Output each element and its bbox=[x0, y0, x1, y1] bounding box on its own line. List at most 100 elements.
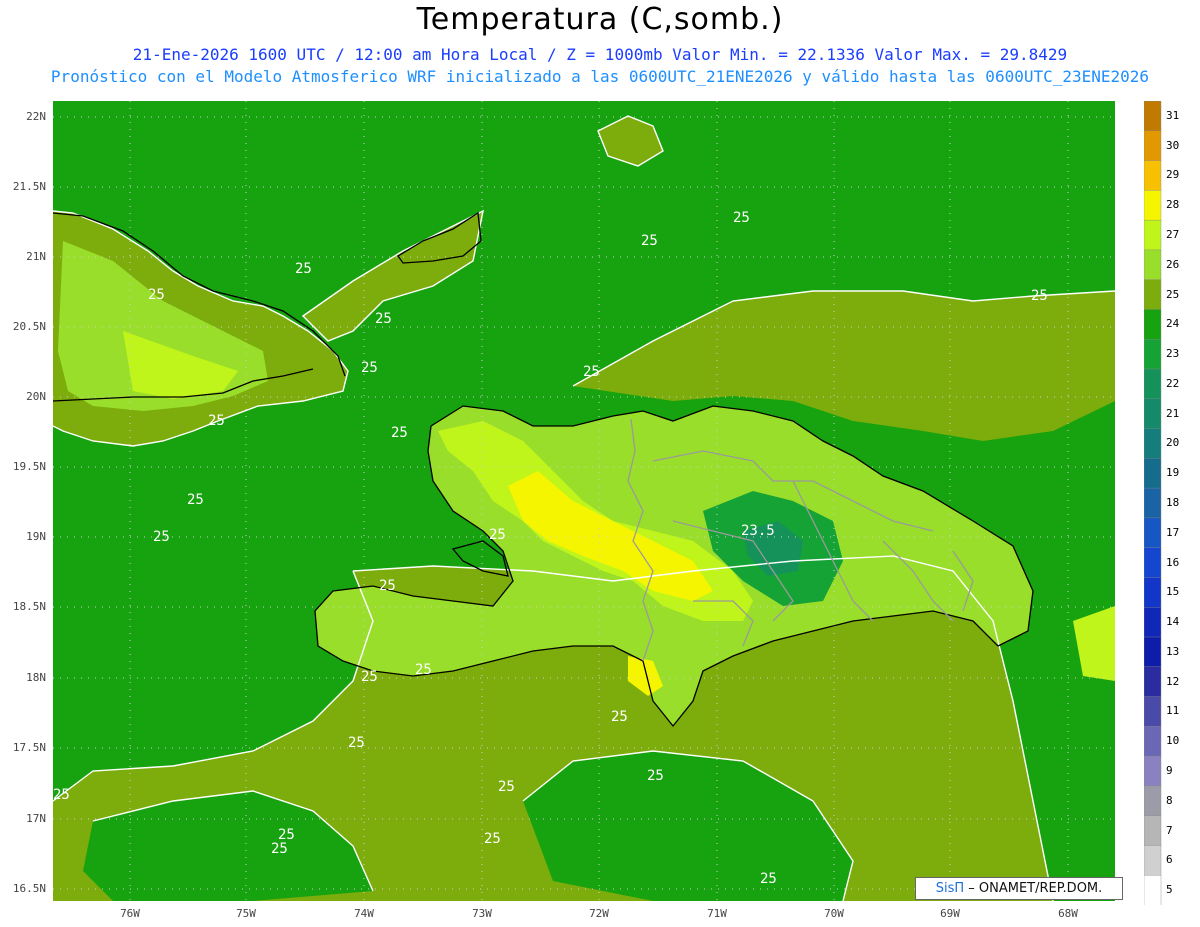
contour-label: 25 bbox=[208, 413, 225, 429]
legend-label: 15 bbox=[1166, 585, 1180, 599]
legend-swatch bbox=[1144, 845, 1162, 876]
legend-swatch bbox=[1144, 190, 1162, 221]
contour-label: 25 bbox=[611, 709, 628, 725]
legend-label: 22 bbox=[1166, 376, 1180, 390]
legend-swatch bbox=[1144, 755, 1162, 787]
legend-swatch bbox=[1144, 249, 1162, 281]
legend-label: 17 bbox=[1166, 525, 1180, 539]
contour-label: 25 bbox=[647, 768, 664, 784]
lat-tick: 21N bbox=[26, 250, 46, 263]
contour-label: 25 bbox=[489, 527, 506, 543]
lon-tick: 75W bbox=[236, 907, 256, 920]
legend-label: 27 bbox=[1166, 228, 1180, 241]
contour-label: 25 bbox=[379, 578, 396, 594]
legend-swatch bbox=[1144, 219, 1162, 251]
legend-swatch bbox=[1144, 636, 1162, 668]
legend-label: 30 bbox=[1166, 138, 1180, 152]
contour-label: 25 bbox=[760, 871, 777, 887]
lat-tick: 21.5N bbox=[12, 180, 46, 193]
lat-tick: 20N bbox=[26, 390, 46, 403]
legend-label: 31 bbox=[1166, 108, 1180, 122]
legend-swatch bbox=[1144, 487, 1162, 519]
legend-swatch bbox=[1144, 398, 1162, 430]
contour-label: 25 bbox=[415, 662, 432, 678]
legend-swatch bbox=[1144, 101, 1162, 132]
legend-label: 25 bbox=[1166, 287, 1180, 301]
legend-label: 24 bbox=[1166, 317, 1180, 331]
contour-label: 25 bbox=[484, 831, 501, 847]
lat-tick: 17N bbox=[26, 812, 46, 825]
lat-tick: 18N bbox=[26, 671, 46, 684]
legend-swatch bbox=[1144, 517, 1162, 549]
legend-label: 5 bbox=[1166, 883, 1173, 897]
legend-swatch bbox=[1144, 875, 1162, 905]
legend-swatch bbox=[1144, 428, 1162, 460]
map-title: Temperatura (C,somb.) bbox=[416, 2, 784, 37]
contour-label: 25 bbox=[271, 841, 288, 857]
legend-label: 7 bbox=[1166, 823, 1173, 837]
lon-tick: 72W bbox=[589, 907, 609, 920]
contour-label: 25 bbox=[361, 360, 378, 376]
lon-tick: 70W bbox=[824, 907, 844, 920]
legend-label: 19 bbox=[1166, 466, 1180, 480]
legend-label: 29 bbox=[1166, 168, 1180, 182]
legend-swatch bbox=[1144, 666, 1162, 698]
legend-swatch bbox=[1144, 815, 1162, 847]
lat-tick: 19N bbox=[26, 530, 46, 543]
contour-label: 25 bbox=[641, 233, 658, 249]
lon-tick: 76W bbox=[120, 907, 140, 920]
legend-swatch bbox=[1144, 696, 1162, 728]
lon-tick: 73W bbox=[472, 907, 492, 920]
lon-tick: 71W bbox=[707, 907, 727, 920]
legend-label: 12 bbox=[1166, 674, 1180, 688]
legend-swatch bbox=[1144, 130, 1162, 162]
legend-swatch bbox=[1144, 368, 1162, 400]
legend-label: 13 bbox=[1166, 644, 1180, 658]
contour-label: 25 bbox=[295, 261, 312, 277]
legend-label: 20 bbox=[1166, 436, 1180, 450]
legend-label: 9 bbox=[1166, 764, 1173, 777]
legend-label: 26 bbox=[1166, 257, 1180, 271]
lat-tick: 22N bbox=[26, 110, 46, 123]
lat-tick: 20.5N bbox=[12, 320, 46, 333]
legend-swatch bbox=[1144, 160, 1162, 192]
legend-swatch bbox=[1144, 607, 1162, 638]
legend-swatch bbox=[1144, 547, 1162, 579]
contour-label: 25 bbox=[733, 210, 750, 226]
lon-tick: 74W bbox=[354, 907, 374, 920]
map-subtitle-time: 21-Ene-2026 1600 UTC / 12:00 am Hora Loc… bbox=[132, 45, 1068, 64]
lat-tick: 18.5N bbox=[12, 600, 46, 613]
legend-label: 21 bbox=[1166, 406, 1180, 420]
legend-label: 10 bbox=[1166, 734, 1180, 748]
legend-label: 6 bbox=[1166, 853, 1173, 867]
legend-label: 14 bbox=[1166, 615, 1180, 629]
contour-label: 25 bbox=[148, 287, 165, 303]
legend-label: 23 bbox=[1166, 347, 1180, 361]
legend-label: 18 bbox=[1166, 496, 1180, 509]
contour-label: 25 bbox=[375, 311, 392, 327]
legend-swatch bbox=[1144, 279, 1162, 311]
legend-label: 8 bbox=[1166, 793, 1173, 807]
contour-label: 25 bbox=[498, 779, 515, 795]
contour-label: 25 bbox=[391, 425, 408, 441]
lon-tick: 69W bbox=[940, 907, 960, 920]
credit-text: – ONAMET/REP.DOM. bbox=[964, 881, 1103, 896]
legend-swatch bbox=[1144, 785, 1162, 817]
map-subtitle-model: Pronóstico con el Modelo Atmosferico WRF… bbox=[50, 67, 1150, 86]
lat-tick: 19.5N bbox=[12, 460, 46, 473]
legend-label: 28 bbox=[1166, 198, 1180, 212]
contour-label: 25 bbox=[53, 787, 70, 803]
sispi-logo: SisΠ bbox=[935, 881, 965, 896]
contour-label: 23.5 bbox=[741, 523, 775, 539]
contour-label: 25 bbox=[1031, 288, 1048, 304]
contour-label: 25 bbox=[348, 735, 365, 751]
credit-box: SisΠ – ONAMET/REP.DOM. bbox=[915, 877, 1123, 900]
contour-label: 25 bbox=[583, 364, 600, 380]
color-legend bbox=[1144, 101, 1162, 905]
legend-swatch bbox=[1144, 726, 1162, 757]
legend-swatch bbox=[1144, 309, 1162, 340]
temperature-map: 25 25 25 25 25 25 25 25 25 25 25 25 25 2… bbox=[53, 101, 1115, 901]
legend-swatch bbox=[1144, 458, 1162, 489]
legend-label: 16 bbox=[1166, 555, 1180, 569]
contour-label: 25 bbox=[187, 492, 204, 508]
